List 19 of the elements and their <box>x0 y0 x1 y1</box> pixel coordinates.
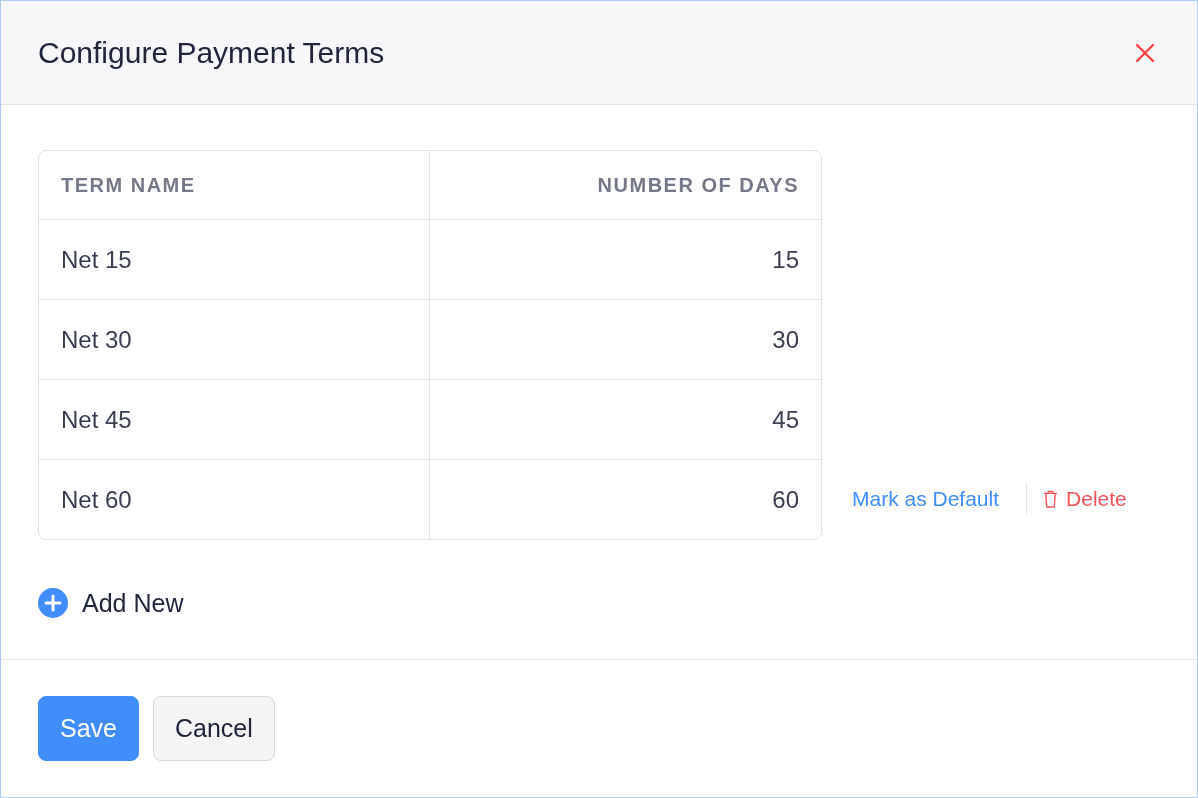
table-cell: 45 <box>429 380 821 459</box>
column-header: TERM NAME <box>60 172 197 198</box>
close-icon[interactable] <box>1135 42 1155 63</box>
cancel-button[interactable]: Cancel <box>153 696 275 761</box>
add-new-link[interactable]: Add New <box>38 588 184 618</box>
table-cell: 60 <box>429 460 821 539</box>
column-header: NUMBER OF DAYS <box>429 151 821 219</box>
table-cell-text: Net 45 <box>60 404 133 435</box>
mark-default-link[interactable]: Mark as Default <box>852 487 1000 511</box>
dialog-title: Configure Payment Terms <box>38 35 385 70</box>
table-cell: 15 <box>429 220 821 299</box>
table-cell-text: Net 30 <box>60 324 133 355</box>
delete-link[interactable]: Delete <box>1043 487 1127 511</box>
save-button[interactable]: Save <box>38 696 139 761</box>
plus-circle-icon <box>38 588 68 618</box>
table-cell-text: Net 15 <box>60 244 133 275</box>
table-cell: 30 <box>429 300 821 379</box>
trash-icon <box>1043 489 1059 509</box>
table-cell-text: Net 60 <box>60 484 133 515</box>
